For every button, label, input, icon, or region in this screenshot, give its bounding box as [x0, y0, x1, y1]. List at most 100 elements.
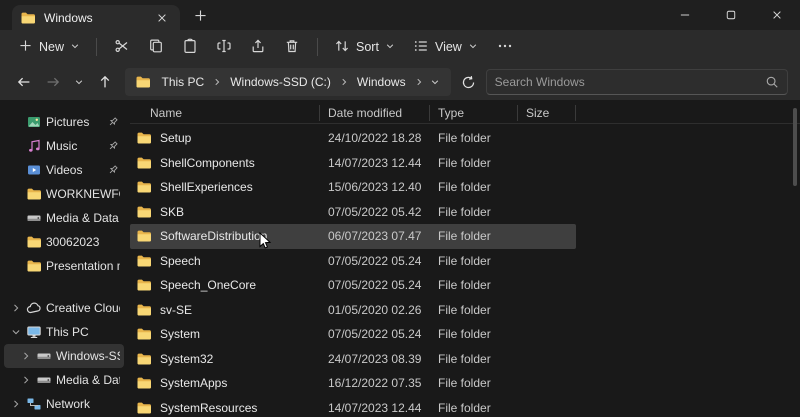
minimize-button[interactable]: [662, 0, 708, 30]
tab-close-icon[interactable]: [152, 8, 172, 28]
chevron-right-icon[interactable]: [10, 398, 22, 410]
folder-icon: [136, 277, 152, 293]
sidebar-item-label: Media & Data ...: [56, 373, 120, 387]
folder-icon: [26, 234, 42, 250]
file-row[interactable]: SystemApps 16/12/2022 07.35 File folder: [130, 371, 576, 396]
delete-icon: [284, 38, 300, 57]
file-name: System: [160, 327, 200, 341]
breadcrumb-this-pc[interactable]: This PC: [155, 75, 212, 89]
cut-icon: [114, 38, 130, 57]
sidebar-item-windows-ssd[interactable]: Windows-SSD ...: [4, 344, 124, 368]
explorer-tab[interactable]: Windows: [12, 5, 180, 30]
file-explorer-window: Windows New Sort: [0, 0, 800, 417]
column-header-name[interactable]: Name: [130, 105, 320, 121]
sidebar-item-label: Music: [46, 139, 102, 153]
sidebar-item-media-data-i[interactable]: Media & Data (I: [4, 206, 124, 230]
folder-icon: [26, 186, 42, 202]
column-header-type[interactable]: Type: [430, 105, 518, 121]
pin-icon: [106, 116, 120, 128]
sidebar-item-label: WORKNEWFOLD: [46, 187, 120, 201]
rename-button[interactable]: [207, 33, 241, 61]
file-row[interactable]: System32 24/07/2023 08.39 File folder: [130, 347, 576, 372]
folder-icon: [136, 351, 152, 367]
file-type: File folder: [430, 401, 518, 415]
file-name: sv-SE: [160, 303, 192, 317]
file-date-modified: 07/05/2022 05.24: [320, 254, 430, 268]
sidebar-item-network[interactable]: Network: [4, 392, 124, 416]
file-date-modified: 06/07/2023 07.47: [320, 229, 430, 243]
breadcrumb[interactable]: This PC Windows-SSD (C:) Windows: [125, 68, 451, 96]
file-date-modified: 15/06/2023 12.40: [320, 180, 430, 194]
delete-button[interactable]: [275, 33, 309, 61]
new-tab-button[interactable]: [190, 5, 210, 25]
forward-button[interactable]: [39, 68, 66, 96]
recent-locations-button[interactable]: [68, 68, 89, 96]
titlebar-drag-area: [210, 0, 662, 30]
file-date-modified: 07/05/2022 05.24: [320, 278, 430, 292]
file-row[interactable]: SoftwareDistribution 06/07/2023 07.47 Fi…: [130, 224, 576, 249]
refresh-button[interactable]: [455, 68, 482, 96]
breadcrumb-chevron-icon[interactable]: [413, 77, 425, 87]
sidebar-item-videos[interactable]: Videos: [4, 158, 124, 182]
folder-icon: [136, 204, 152, 220]
pictures-icon: [26, 114, 42, 130]
scrollbar-thumb[interactable]: [793, 108, 797, 186]
back-button[interactable]: [10, 68, 37, 96]
search-input[interactable]: [495, 75, 759, 89]
sidebar-item-this-pc[interactable]: This PC: [4, 320, 124, 344]
folder-icon: [136, 155, 152, 171]
share-button[interactable]: [241, 33, 275, 61]
sidebar-item-media-data[interactable]: Media & Data ...: [4, 368, 124, 392]
file-row[interactable]: SystemResources 14/07/2023 12.44 File fo…: [130, 396, 576, 417]
breadcrumb-chevron-icon[interactable]: [211, 77, 223, 87]
sidebar-item-presentation-ma[interactable]: Presentation ma: [4, 254, 124, 278]
tab-title: Windows: [44, 11, 144, 25]
sort-button[interactable]: Sort: [326, 33, 403, 61]
address-dropdown-icon[interactable]: [425, 77, 445, 87]
paste-button[interactable]: [173, 33, 207, 61]
file-row[interactable]: Setup 24/10/2022 18.28 File folder: [130, 126, 576, 151]
folder-icon: [136, 375, 152, 391]
chevron-down-icon[interactable]: [10, 326, 22, 338]
command-bar: New Sort View: [0, 30, 800, 64]
more-options-button[interactable]: [488, 33, 522, 61]
sidebar-item-30062023[interactable]: 30062023: [4, 230, 124, 254]
search-icon: [765, 75, 779, 89]
maximize-button[interactable]: [708, 0, 754, 30]
chevron-right-icon[interactable]: [10, 302, 22, 314]
sidebar-item-music[interactable]: Music: [4, 134, 124, 158]
breadcrumb-windows[interactable]: Windows: [350, 75, 413, 89]
address-bar: This PC Windows-SSD (C:) Windows: [0, 64, 800, 100]
chevron-right-icon[interactable]: [20, 374, 32, 386]
copy-button[interactable]: [139, 33, 173, 61]
cut-button[interactable]: [105, 33, 139, 61]
file-type: File folder: [430, 180, 518, 194]
file-name: Speech: [160, 254, 201, 268]
file-row[interactable]: Speech 07/05/2022 05.24 File folder: [130, 249, 576, 274]
file-row[interactable]: ShellComponents 14/07/2023 12.44 File fo…: [130, 151, 576, 176]
sidebar-item-creative-cloud-f[interactable]: Creative Cloud F: [4, 296, 124, 320]
file-row[interactable]: SKB 07/05/2022 05.42 File folder: [130, 200, 576, 225]
search-box[interactable]: [486, 69, 788, 95]
column-header-date-modified[interactable]: Date modified: [320, 105, 430, 121]
share-icon: [250, 38, 266, 57]
up-button[interactable]: [91, 68, 118, 96]
file-row[interactable]: Speech_OneCore 07/05/2022 05.24 File fol…: [130, 273, 576, 298]
file-name: ShellComponents: [160, 156, 255, 170]
view-button[interactable]: View: [405, 33, 486, 61]
column-header-size[interactable]: Size: [518, 105, 576, 121]
folder-icon: [136, 400, 152, 416]
sidebar-item-worknewfold[interactable]: WORKNEWFOLD: [4, 182, 124, 206]
new-button[interactable]: New: [10, 33, 88, 61]
chevron-right-icon[interactable]: [20, 350, 32, 362]
sidebar-item-pictures[interactable]: Pictures: [4, 110, 124, 134]
file-row[interactable]: ShellExperiences 15/06/2023 12.40 File f…: [130, 175, 576, 200]
chevron-down-icon: [385, 40, 395, 54]
breadcrumb-windows-ssd[interactable]: Windows-SSD (C:): [223, 75, 338, 89]
file-row[interactable]: System 07/05/2022 05.24 File folder: [130, 322, 576, 347]
file-date-modified: 16/12/2022 07.35: [320, 376, 430, 390]
breadcrumb-chevron-icon[interactable]: [338, 77, 350, 87]
file-date-modified: 24/10/2022 18.28: [320, 131, 430, 145]
close-button[interactable]: [754, 0, 800, 30]
file-row[interactable]: sv-SE 01/05/2020 02.26 File folder: [130, 298, 576, 323]
